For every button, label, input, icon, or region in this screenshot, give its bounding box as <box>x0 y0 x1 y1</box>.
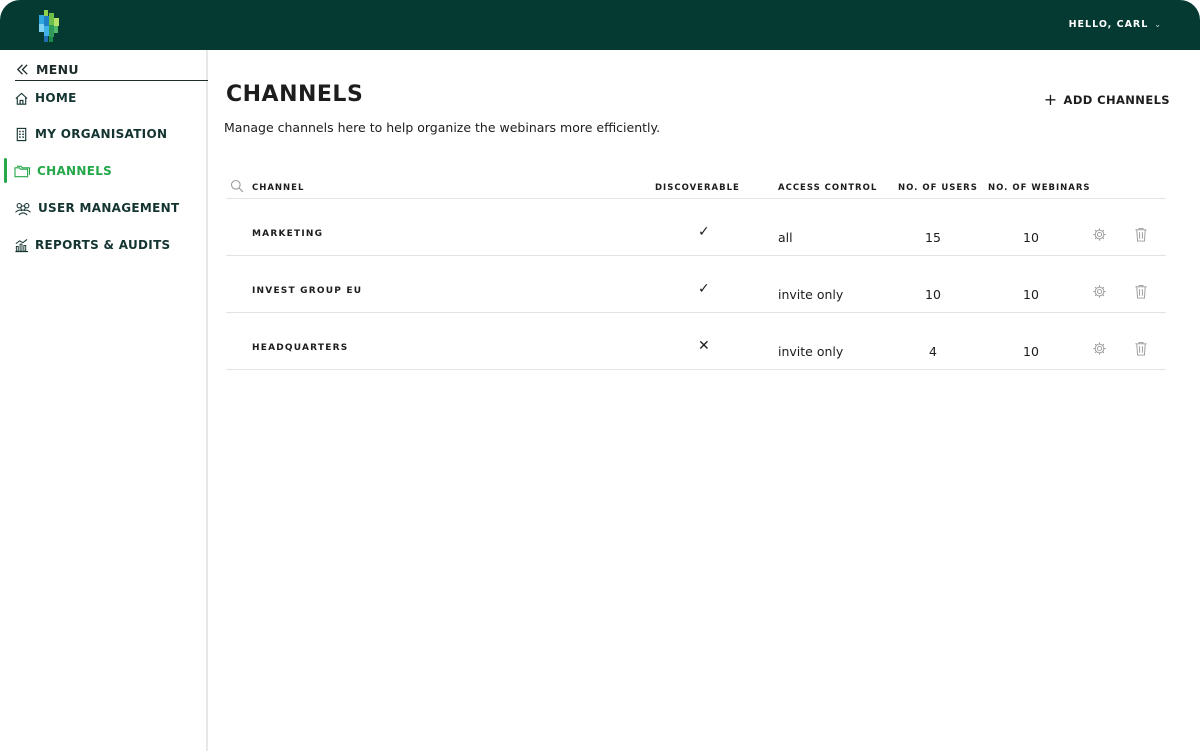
header-discoverable[interactable]: DISCOVERABLE <box>655 183 740 193</box>
sidebar-item-channels[interactable]: CHANNELS <box>13 160 112 182</box>
gear-icon[interactable] <box>1092 227 1107 242</box>
table-row[interactable]: MARKETING ✓ all 15 10 <box>226 199 1166 256</box>
access-control: all <box>778 230 793 245</box>
double-chevron-left-icon <box>16 64 28 75</box>
folder-icon <box>14 165 31 177</box>
access-control: invite only <box>778 344 844 359</box>
sidebar-item-label: MY ORGANISATION <box>35 127 168 141</box>
sidebar: MENU HOME MY ORGANISATION CHANNELS USER … <box>0 50 208 751</box>
user-count: 10 <box>925 287 941 302</box>
discoverable-check-icon: ✓ <box>698 281 710 297</box>
page-description: Manage channels here to help organize th… <box>224 120 661 135</box>
channel-name[interactable]: HEADQUARTERS <box>252 343 348 353</box>
trash-icon[interactable] <box>1134 341 1148 356</box>
sidebar-item-user-management[interactable]: USER MANAGEMENT <box>14 197 179 219</box>
header-users[interactable]: NO. OF USERS <box>898 183 978 193</box>
sidebar-item-home[interactable]: HOME <box>14 87 77 109</box>
discoverable-check-icon: ✓ <box>698 224 710 240</box>
webinar-count: 10 <box>1023 287 1039 302</box>
sidebar-item-reports-audits[interactable]: REPORTS & AUDITS <box>14 234 171 256</box>
sidebar-item-label: HOME <box>35 91 77 105</box>
building-icon <box>16 127 27 141</box>
gear-icon[interactable] <box>1092 341 1107 356</box>
trash-icon[interactable] <box>1134 227 1148 242</box>
header-webinars[interactable]: NO. OF WEBINARS <box>988 183 1091 193</box>
user-greeting: HELLO, CARL <box>1068 19 1149 30</box>
not-discoverable-icon: ✕ <box>698 338 710 354</box>
header-access-control[interactable]: ACCESS CONTROL <box>778 183 877 193</box>
table-row[interactable]: INVEST GROUP EU ✓ invite only 10 10 <box>226 256 1166 313</box>
menu-label: MENU <box>36 62 79 77</box>
access-control: invite only <box>778 287 844 302</box>
page-title: CHANNELS <box>226 82 364 107</box>
top-bar: HELLO, CARL ⌄ <box>0 0 1200 50</box>
header-channel[interactable]: CHANNEL <box>252 183 304 193</box>
table-row[interactable]: HEADQUARTERS ✕ invite only 4 10 <box>226 313 1166 370</box>
webinar-count: 10 <box>1023 230 1039 245</box>
user-menu[interactable]: HELLO, CARL ⌄ <box>1069 19 1162 30</box>
trash-icon[interactable] <box>1134 284 1148 299</box>
channel-name[interactable]: MARKETING <box>252 229 323 239</box>
sidebar-item-label: USER MANAGEMENT <box>38 201 180 215</box>
channels-table: CHANNEL DISCOVERABLE ACCESS CONTROL NO. … <box>226 174 1166 370</box>
chevron-down-icon: ⌄ <box>1154 20 1162 29</box>
home-icon <box>15 92 28 105</box>
brand-logo[interactable] <box>35 10 65 42</box>
users-icon <box>15 202 31 215</box>
sidebar-item-my-organisation[interactable]: MY ORGANISATION <box>14 123 167 145</box>
menu-toggle-button[interactable]: MENU <box>15 59 208 81</box>
add-channels-label: ADD CHANNELS <box>1063 93 1170 107</box>
main-content: CHANNELS Manage channels here to help or… <box>208 50 1200 751</box>
search-icon[interactable] <box>230 179 244 193</box>
chart-icon <box>15 238 29 252</box>
sidebar-item-label: REPORTS & AUDITS <box>35 238 171 252</box>
add-channels-button[interactable]: + ADD CHANNELS <box>1043 90 1170 109</box>
user-count: 15 <box>925 230 941 245</box>
table-header: CHANNEL DISCOVERABLE ACCESS CONTROL NO. … <box>226 174 1166 199</box>
channel-name[interactable]: INVEST GROUP EU <box>252 286 362 296</box>
active-indicator <box>4 158 7 183</box>
gear-icon[interactable] <box>1092 284 1107 299</box>
plus-icon: + <box>1043 90 1058 109</box>
sidebar-item-label: CHANNELS <box>37 164 113 178</box>
webinar-count: 10 <box>1023 344 1039 359</box>
user-count: 4 <box>929 344 937 359</box>
